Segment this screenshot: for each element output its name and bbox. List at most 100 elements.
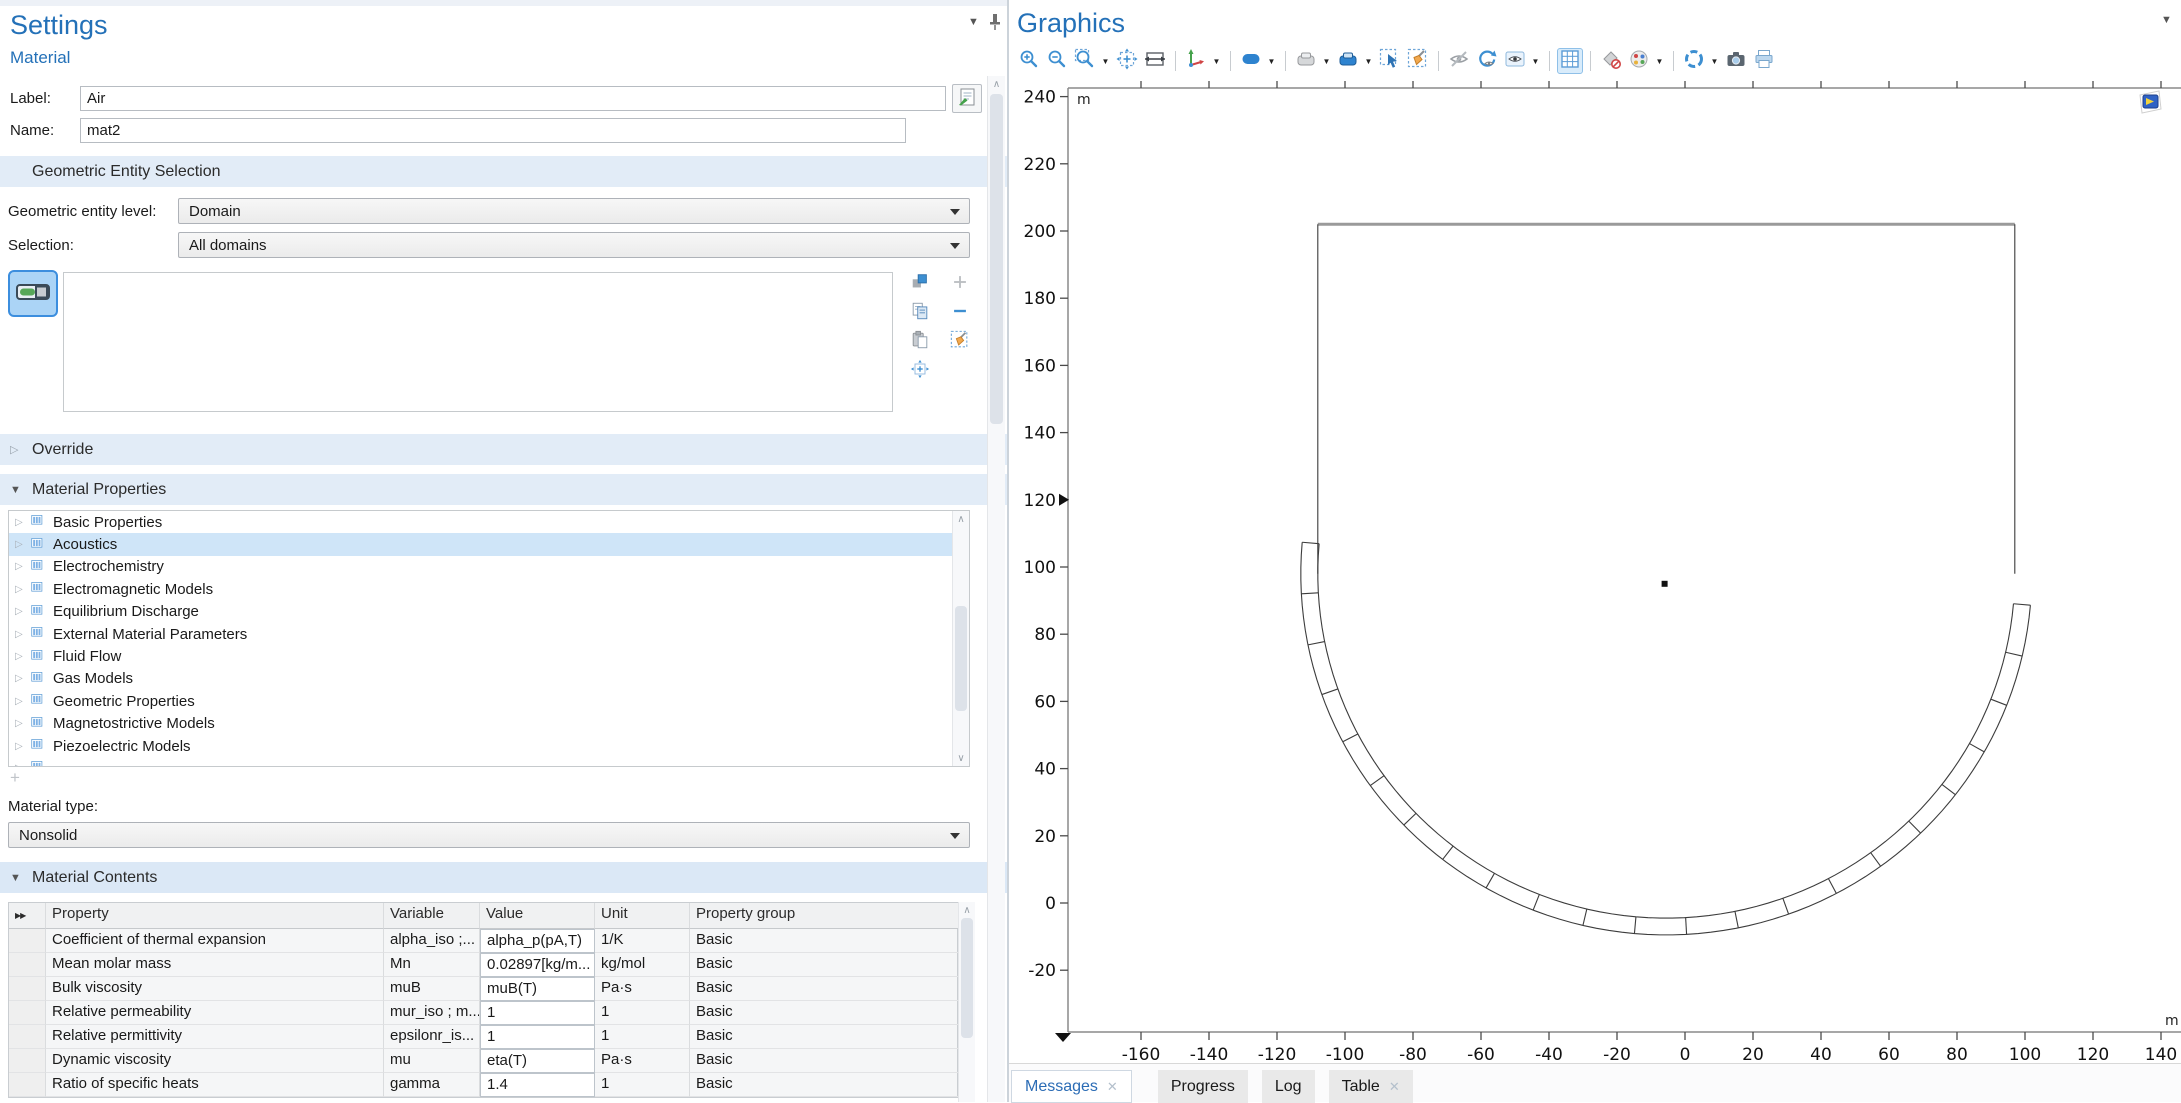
variable-cell[interactable]: alpha_iso ;... [384,929,480,953]
value-cell[interactable]: 1.4 [480,1073,595,1097]
material-properties-list[interactable]: ▷Basic Properties▷Acoustics▷Electrochemi… [8,510,970,767]
zoom-box-dropdown[interactable]: ▼ [1099,48,1112,74]
unit-cell[interactable]: Pa·s [595,1049,690,1073]
material-property-group-item[interactable]: ▷Electromagnetic Models [9,578,969,600]
snapshot-button[interactable] [1723,48,1749,74]
deselect-box-button[interactable] [1405,48,1431,74]
view-shortcut-icon[interactable] [2136,89,2163,120]
visibility-button[interactable] [1502,48,1528,74]
material-property-group-item[interactable]: ▷Acoustics [9,533,969,555]
scrollbar-thumb[interactable] [955,606,967,711]
print-button[interactable] [1751,48,1777,74]
scroll-down-icon[interactable]: ∨ [953,750,969,764]
property-group-cell[interactable]: Basic [690,953,959,977]
value-cell[interactable]: eta(T) [480,1049,595,1073]
entity-level-dropdown[interactable]: Domain [178,198,970,224]
unit-cell[interactable]: 1 [595,1073,690,1097]
variable-cell[interactable]: Mn [384,953,480,977]
tab-table[interactable]: Table✕ [1329,1070,1413,1103]
row-selector-cell[interactable] [9,1025,46,1049]
variable-cell[interactable]: mu [384,1049,480,1073]
section-override[interactable]: ▷ Override [0,434,1008,465]
row-selector-cell[interactable] [9,1073,46,1097]
material-contents-scrollbar[interactable]: ∧ [958,902,975,1102]
grid-button[interactable] [1557,48,1583,74]
variable-cell[interactable]: mur_iso ; m... [384,1001,480,1025]
scene-blue-button[interactable] [1335,48,1361,74]
property-group-cell[interactable]: Basic [690,977,959,1001]
property-cell[interactable]: Bulk viscosity [46,977,384,1001]
unit-cell[interactable]: 1 [595,1025,690,1049]
label-input[interactable] [80,86,946,111]
rename-button[interactable] [952,84,982,113]
value-cell[interactable]: 1 [480,1025,595,1049]
row-selector-cell[interactable] [9,953,46,977]
pin-icon[interactable] [988,13,1002,35]
expand-arrow-icon[interactable]: ▷ [15,696,31,707]
section-material-contents[interactable]: ▼ Material Contents [0,862,1008,893]
property-cell[interactable]: Dynamic viscosity [46,1049,384,1073]
variable-cell[interactable]: epsilonr_is... [384,1025,480,1049]
material-property-group-item[interactable]: ▷Electrochemistry [9,556,969,578]
unit-cell[interactable]: 1 [595,1001,690,1025]
color-palette-dropdown[interactable]: ▼ [1653,48,1666,74]
clear-selection-button[interactable] [948,330,972,354]
zoom-to-selection-button[interactable] [908,359,932,383]
settings-menu-arrow-icon[interactable]: ▼ [968,16,979,28]
value-cell[interactable]: alpha_p(pA,T) [480,929,595,953]
zoom-out-button[interactable] [1044,48,1070,74]
material-property-group-item[interactable]: ▷Equilibrium Discharge [9,601,969,623]
property-group-cell[interactable]: Basic [690,1001,959,1025]
expand-arrow-icon[interactable]: ▷ [15,673,31,684]
scene-blue-dropdown[interactable]: ▼ [1362,48,1375,74]
unit-cell[interactable]: kg/mol [595,953,690,977]
default-view-button[interactable] [1183,48,1209,74]
scrollbar-thumb[interactable] [961,918,973,1038]
expand-arrow-icon[interactable]: ▷ [15,517,31,528]
row-selector-cell[interactable] [9,1049,46,1073]
zoom-extents-button[interactable] [1114,48,1140,74]
color-palette-button[interactable] [1626,48,1652,74]
graphics-menu-arrow-icon[interactable]: ▼ [2161,14,2172,26]
plot-canvas[interactable]: -160-140-120-100-80-60-40-20020406080100… [1009,76,2181,1060]
property-group-cell[interactable]: Basic [690,1049,959,1073]
create-selection-button[interactable] [908,272,932,296]
expand-arrow-icon[interactable]: ▷ [15,629,31,640]
selection-list-box[interactable] [63,272,893,412]
reset-hiding-button[interactable] [1474,48,1500,74]
expand-arrow-icon[interactable]: ▷ [15,584,31,595]
value-cell[interactable]: muB(T) [480,977,595,1001]
property-cell[interactable]: Coefficient of thermal expansion [46,929,384,953]
scroll-up-icon[interactable]: ∧ [988,76,1005,90]
expand-arrow-icon[interactable]: ▷ [15,741,31,752]
zoom-box-button[interactable] [1072,48,1098,74]
name-input[interactable] [80,118,906,143]
settings-panel-scrollbar[interactable]: ∧ [987,76,1005,1102]
row-selector-cell[interactable] [9,929,46,953]
default-view-dropdown[interactable]: ▼ [1210,48,1223,74]
material-type-dropdown[interactable]: Nonsolid [8,822,970,848]
property-cell[interactable]: Mean molar mass [46,953,384,977]
visibility-dropdown[interactable]: ▼ [1529,48,1542,74]
scroll-up-icon[interactable]: ∧ [953,511,969,525]
add-button[interactable] [948,272,972,296]
tab-progress[interactable]: Progress [1158,1070,1248,1103]
selection-style-button[interactable] [1238,48,1264,74]
selection-dropdown[interactable]: All domains [178,232,970,258]
remove-button[interactable] [948,301,972,325]
property-group-cell[interactable]: Basic [690,1073,959,1097]
material-properties-scrollbar[interactable]: ∧ ∨ [952,511,969,766]
close-icon[interactable]: ✕ [1389,1079,1400,1095]
material-property-group-item[interactable]: ▷Magnetostrictive Models [9,713,969,735]
scrollbar-thumb[interactable] [990,94,1003,424]
plot-export-button[interactable] [1681,48,1707,74]
paste-selection-button[interactable] [908,330,932,354]
add-property-icon[interactable]: + [10,768,20,788]
expand-arrow-icon[interactable]: ▷ [15,561,31,572]
copy-selection-button[interactable] [908,301,932,325]
plot-export-dropdown[interactable]: ▼ [1708,48,1721,74]
scene-gray-button[interactable] [1293,48,1319,74]
expand-arrow-icon[interactable]: ▷ [15,606,31,617]
selection-active-toggle[interactable] [8,270,58,317]
show-columns-icon[interactable]: ▶▶ [9,903,46,929]
